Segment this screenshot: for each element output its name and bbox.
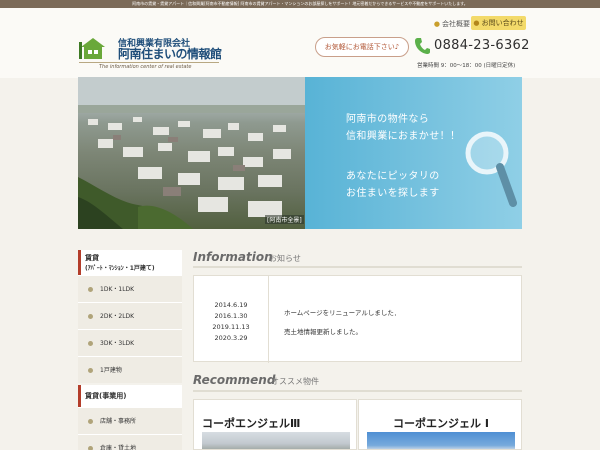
company-link[interactable]: ● 会社概要 [434,19,470,29]
sidebar-item-house[interactable]: 1戸建物 [78,356,182,383]
site-description: 阿南市の賃貸・賃貸アパート｜信和興業[阿南市不動産情報] 阿南市の賃貸アパート・… [132,1,468,6]
sidebar-item-1dk[interactable]: 1DK・1LDK [78,275,182,302]
phone-number[interactable]: 0884-23-6362 [434,38,530,53]
information-box: 2014.6.19 2016.1.30 2019.11.13 2020.3.29… [193,275,522,363]
property-name: コーポエンジェル I [393,417,489,430]
property-photo [367,432,515,449]
property-card[interactable]: コーポエンジェル I [358,399,522,450]
information-divider [193,266,522,268]
house-icon [79,38,105,59]
phone-icon [415,38,430,54]
property-photo [202,432,350,449]
recommend-divider [193,390,522,392]
logo-divider [79,62,219,63]
bullet-icon: ● [433,20,440,28]
sidebar-section-title: 賃貸 [85,254,99,262]
photo-caption: [阿南市全景] [265,215,304,224]
news-date: 2014.6.19 [214,301,248,309]
hero-line-4: お住まいを探します [346,188,440,199]
property-card[interactable]: コーポエンジェルⅢ [193,399,357,450]
header: ● 会社概要 ● お問い合わせ 信和興業有限会社 阿南住まいの情報館 The in… [0,8,600,78]
sidebar-item-3dk[interactable]: 3DK・3LDK [78,329,182,356]
news-item[interactable]: ホームページをリニューアルしました． [284,307,400,317]
sidebar-section-business: 賃貸(事業用) [78,385,182,407]
news-date: 2020.3.29 [214,334,248,342]
logo-tagline: The information center of real estate [99,64,192,70]
recommend-title: Recommend [193,373,276,387]
city-photo-illustration [78,77,305,229]
sidebar-item-2dk[interactable]: 2DK・2LDK [78,302,182,329]
city-photo [78,77,305,229]
sidebar-section-rental: 賃貸 (ｱﾊﾟｰﾄ・ﾏﾝｼｮﾝ・1戸建て) [78,250,182,275]
sidebar-item-shop-office[interactable]: 店舗・事務所 [78,407,182,434]
sidebar-section-subtitle: (ｱﾊﾟｰﾄ・ﾏﾝｼｮﾝ・1戸建て) [85,265,155,272]
bullet-icon: ● [473,19,480,27]
news-item[interactable]: 売土地情報更新しました。 [284,326,362,336]
magnifier-icon [465,131,517,207]
information-subtitle: お知らせ [269,254,301,263]
site-logo[interactable]: 信和興業有限会社 阿南住まいの情報館 The information cente… [79,36,222,70]
property-name: コーポエンジェルⅢ [202,417,301,430]
contact-button[interactable]: ● お問い合わせ [471,16,526,30]
hero-line-1: 阿南市の物件なら [346,114,430,125]
news-date: 2019.11.13 [212,323,250,331]
news-date: 2016.1.30 [214,312,248,320]
logo-title: 阿南住まいの情報館 [118,47,222,61]
information-column-divider [268,276,269,363]
business-hours: 営業時間 9：00～18：00 (日曜日定休) [417,63,516,69]
call-prompt: お気軽にお電話下さい♪ [315,37,409,57]
sidebar-item-warehouse-land[interactable]: 倉庫・貸土地 [78,434,182,450]
recommend-subtitle: オススメ物件 [271,377,319,386]
hero-line-2: 信和興業におまかせ！！ [346,131,461,142]
sidebar: 賃貸 (ｱﾊﾟｰﾄ・ﾏﾝｼｮﾝ・1戸建て) 1DK・1LDK 2DK・2LDK … [78,250,182,450]
information-title: Information [193,250,273,264]
hero-line-3: あなたにピッタリの [346,171,440,182]
hero-banner: 阿南市の物件なら 信和興業におまかせ！！ あなたにピッタリの お住まいを探します… [78,77,522,229]
